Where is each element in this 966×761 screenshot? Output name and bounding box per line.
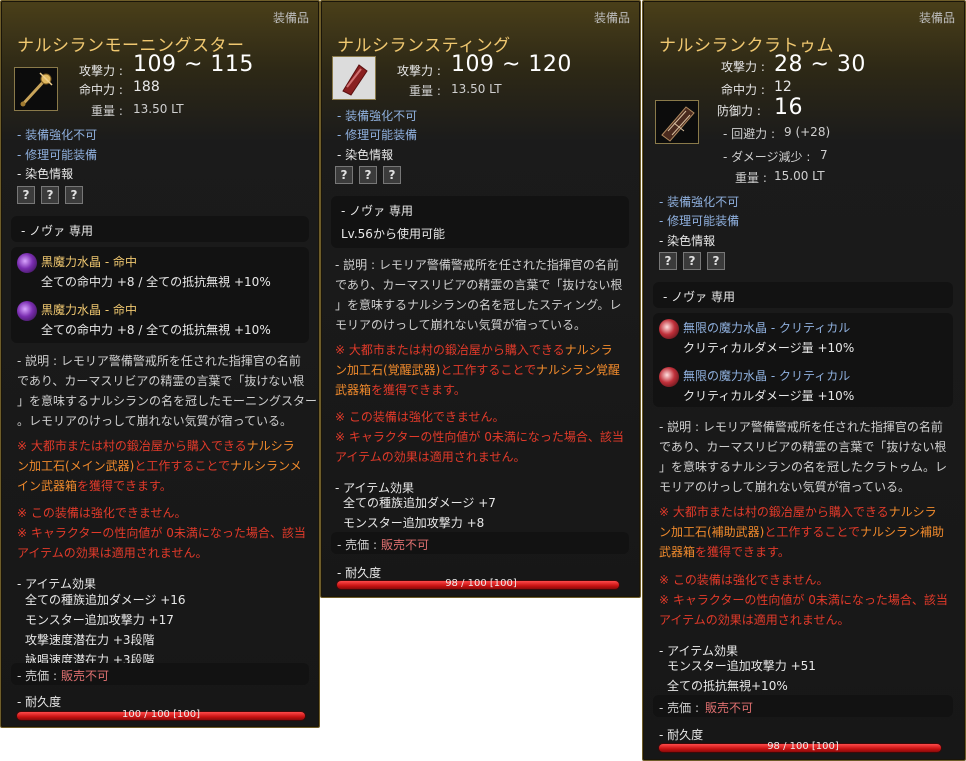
dye-info-label: - 染色情報 — [659, 234, 716, 248]
dye-slot[interactable]: ? — [17, 186, 35, 204]
sale-price-value: 販売不可 — [381, 538, 430, 552]
category-label: 装備品 — [272, 11, 309, 25]
dye-slot[interactable]: ? — [65, 186, 83, 204]
dye-slot[interactable]: ? — [41, 186, 59, 204]
attack-label: 攻撃力 : — [397, 64, 441, 78]
sale-price-value: 販売不可 — [61, 669, 110, 683]
sale-price-box: - 売価 : 販売不可 — [331, 532, 629, 554]
dye-slot[interactable]: ? — [683, 252, 701, 270]
sale-price-box: - 売価 : 販売不可 — [11, 663, 309, 685]
attack-value: 28 ~ 30 — [774, 52, 866, 77]
flag-repairable: - 修理可能装備 — [659, 214, 740, 228]
crystal-box: 無限の魔力水晶 - クリティカル クリティカルダメージ量 +10% 無限の魔力水… — [653, 313, 953, 407]
weight-label: 重量 : — [91, 104, 123, 118]
sale-price-label: - 売価 : — [337, 538, 378, 552]
damage-reduction-label: - ダメージ減少 : — [723, 150, 811, 164]
item-tooltip-kratum: 装備品 ナルシランクラトゥム 攻撃力 : 28 ~ 30 命中力 : 12 防御… — [642, 0, 966, 761]
item-description: - 説明 : レモリア警備警戒所を任された指揮官の名前 であり、カーマスリビアの… — [335, 258, 623, 332]
crystal-icon — [659, 319, 679, 339]
sale-price-label: - 売価 : — [659, 701, 700, 715]
dye-slot[interactable]: ? — [335, 166, 353, 184]
crystal-effect: 全ての命中力 +8 / 全ての抵抗無視 +10% — [41, 275, 271, 289]
weight-value: 15.00 LT — [774, 169, 825, 183]
level-requirement: Lv.56から使用可能 — [341, 227, 445, 241]
evasion-value: 9 (+28) — [784, 125, 831, 139]
accuracy-label: 命中力 : — [721, 83, 765, 97]
flag-repairable: - 修理可能装備 — [337, 128, 418, 142]
category-label: 装備品 — [918, 11, 955, 25]
crystal-effect: クリティカルダメージ量 +10% — [683, 341, 855, 355]
weight-label: 重量 : — [409, 84, 441, 98]
crystal-name: 黒魔力水晶 - 命中 — [41, 255, 137, 269]
class-restriction: - ノヴァ 専用 — [663, 290, 735, 304]
dye-slot[interactable]: ? — [383, 166, 401, 184]
defense-label: 防御力 : — [717, 104, 761, 118]
dye-info-label: - 染色情報 — [337, 148, 394, 162]
damage-reduction-value: 7 — [820, 148, 828, 162]
item-tooltip-morningstar: 装備品 ナルシランモーニングスター 攻撃力 : 109 ~ 115 命中力 : … — [0, 0, 320, 728]
crafting-info: ※ 大都市または村の鍛冶屋から購入できるナルシラ ン加工石(メイン武器)と工作す… — [17, 439, 302, 493]
durability-text: 100 / 100 [100] — [122, 709, 200, 720]
flag-no-enhance: - 装備強化不可 — [337, 109, 418, 123]
item-tooltip-sting: 装備品 ナルシランスティング 攻撃力 : 109 ~ 120 重量 : 13.5… — [320, 0, 641, 598]
class-restriction-box: - ノヴァ 専用 — [653, 282, 953, 308]
accuracy-value: 12 — [774, 79, 792, 95]
durability-text: 98 / 100 [100] — [445, 578, 517, 589]
dye-slot[interactable]: ? — [659, 252, 677, 270]
item-effects-list: 全ての種族追加ダメージ +7 モンスター追加攻撃力 +8 — [343, 496, 496, 530]
attack-value: 109 ~ 115 — [133, 52, 254, 77]
item-effects-list: モンスター追加攻撃力 +51 全ての抵抗無視+10% — [667, 659, 816, 693]
evasion-label: - 回避力 : — [723, 127, 776, 141]
flag-repairable: - 修理可能装備 — [17, 148, 98, 162]
crafting-info: ※ 大都市または村の鍛冶屋から購入できるナルシラ ン加工石(覚醒武器)と工作する… — [335, 343, 621, 397]
crystal-name: 無限の魔力水晶 - クリティカル — [683, 321, 851, 335]
item-description: - 説明 : レモリア警備警戒所を任された指揮官の名前 であり、カーマスリビアの… — [17, 354, 318, 428]
attack-value: 109 ~ 120 — [451, 52, 572, 77]
flag-no-enhance: - 装備強化不可 — [17, 128, 98, 142]
class-restriction: - ノヴァ 専用 — [21, 224, 93, 238]
weight-value: 13.50 LT — [133, 102, 184, 116]
warning-text: ※ この装備は強化できません。 ※ キャラクターの性向値が 0未満になった場合、… — [659, 573, 948, 627]
attack-label: 攻撃力 : — [721, 60, 765, 74]
warning-text: ※ この装備は強化できません。 ※ キャラクターの性向値が 0未満になった場合、… — [335, 410, 624, 464]
crystal-icon — [659, 367, 679, 387]
sting-icon — [332, 56, 376, 100]
crafting-info: ※ 大都市または村の鍛冶屋から購入できるナルシラ ン加工石(補助武器)と工作する… — [659, 505, 945, 559]
dye-info-label: - 染色情報 — [17, 167, 74, 181]
accuracy-value: 188 — [133, 79, 160, 95]
accuracy-label: 命中力 : — [79, 83, 123, 97]
crystal-effect: 全ての命中力 +8 / 全ての抵抗無視 +10% — [41, 323, 271, 337]
flag-no-enhance: - 装備強化不可 — [659, 195, 740, 209]
class-restriction-box: - ノヴァ 専用 — [11, 216, 309, 242]
crystal-icon — [17, 301, 37, 321]
durability-text: 98 / 100 [100] — [767, 741, 839, 752]
crystal-icon — [17, 253, 37, 273]
sale-price-value: 販売不可 — [705, 701, 754, 715]
dye-slot[interactable]: ? — [707, 252, 725, 270]
sale-price-box: - 売価 : 販売不可 — [653, 695, 953, 717]
crystal-box: 黒魔力水晶 - 命中 全ての命中力 +8 / 全ての抵抗無視 +10% 黒魔力水… — [11, 247, 309, 343]
sale-price-label: - 売価 : — [17, 669, 58, 683]
class-restriction-box: - ノヴァ 専用 Lv.56から使用可能 — [331, 196, 629, 248]
morningstar-icon — [14, 67, 58, 111]
crystal-effect: クリティカルダメージ量 +10% — [683, 389, 855, 403]
attack-label: 攻撃力 : — [79, 64, 123, 78]
weight-value: 13.50 LT — [451, 82, 502, 96]
class-restriction: - ノヴァ 専用 — [341, 204, 413, 218]
crystal-name: 無限の魔力水晶 - クリティカル — [683, 369, 851, 383]
warning-text: ※ この装備は強化できません。 ※ キャラクターの性向値が 0未満になった場合、… — [17, 506, 306, 560]
category-label: 装備品 — [593, 11, 630, 25]
kratum-icon — [655, 100, 699, 144]
item-description: - 説明 : レモリア警備警戒所を任された指揮官の名前 であり、カーマスリビアの… — [659, 420, 948, 494]
durability-label: - 耐久度 — [17, 695, 62, 709]
weight-label: 重量 : — [735, 171, 767, 185]
item-effects-list: 全ての種族追加ダメージ +16 モンスター追加攻撃力 +17 攻撃速度潜在力 +… — [25, 593, 186, 667]
crystal-name: 黒魔力水晶 - 命中 — [41, 303, 137, 317]
defense-value: 16 — [774, 95, 803, 120]
dye-slot[interactable]: ? — [359, 166, 377, 184]
